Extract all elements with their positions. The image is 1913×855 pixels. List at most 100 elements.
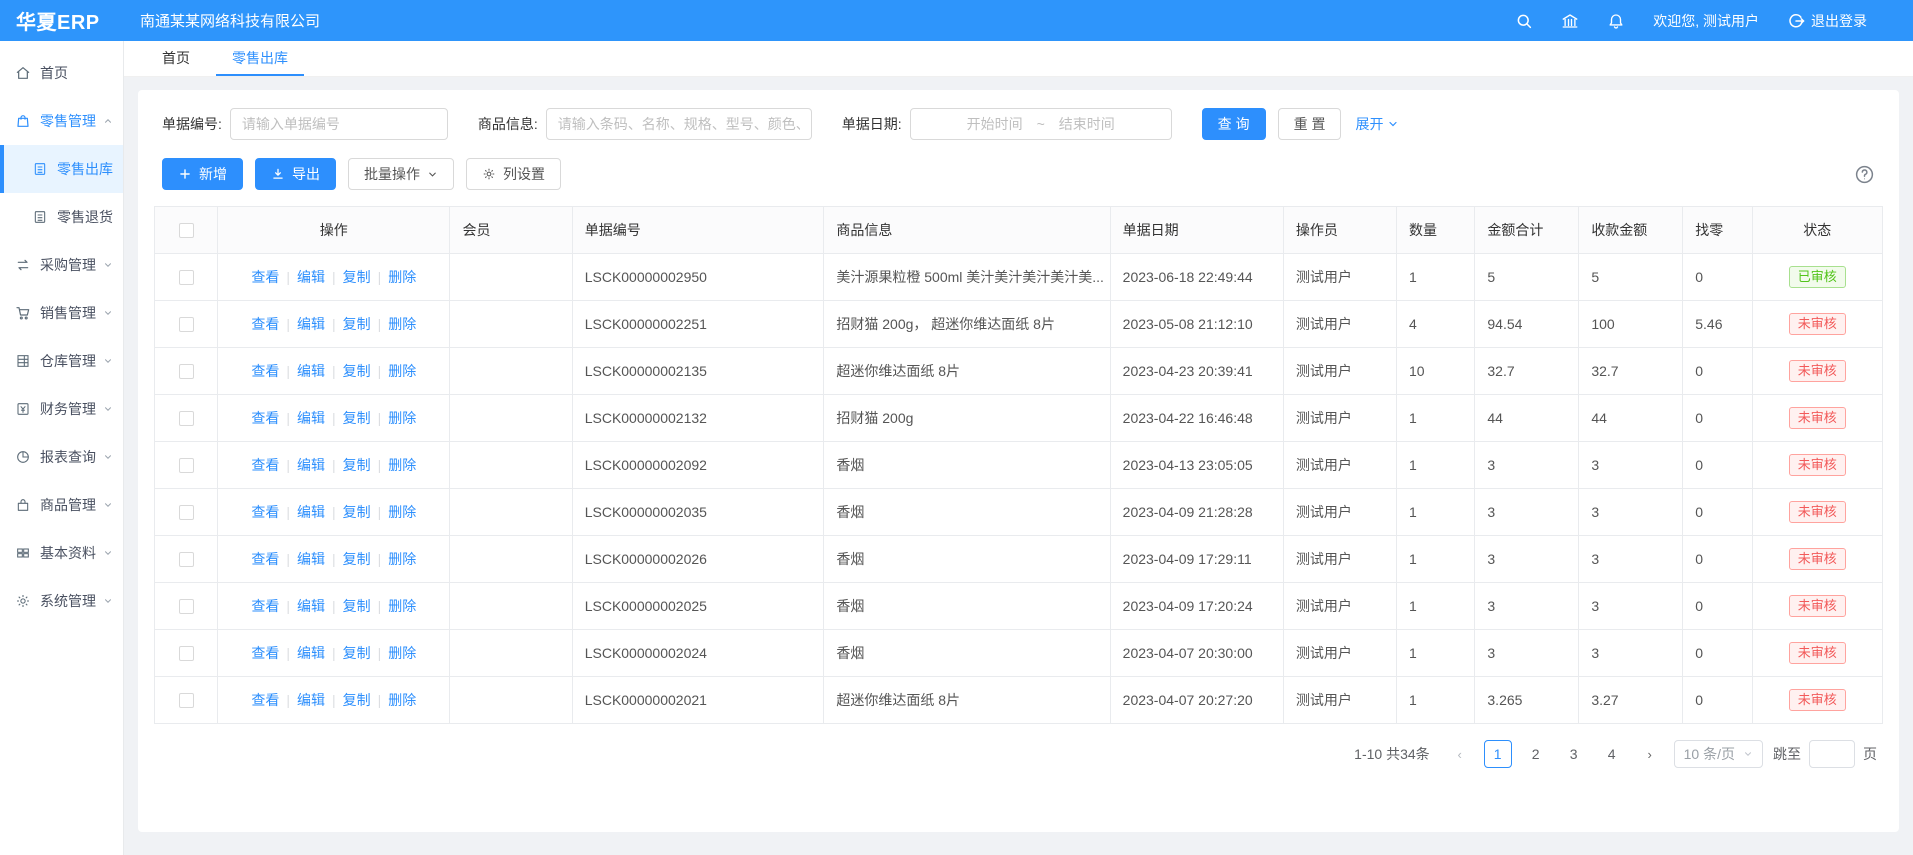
row-checkbox[interactable] (179, 270, 194, 285)
row-checkbox[interactable] (179, 599, 194, 614)
platform-icon[interactable] (1561, 12, 1579, 30)
date-cell: 2023-04-07 20:30:00 (1110, 630, 1283, 677)
copy-link[interactable]: 复制 (343, 361, 371, 381)
edit-link[interactable]: 编辑 (297, 502, 325, 522)
sidebar-item-retail-return[interactable]: 零售退货 (0, 193, 123, 241)
row-checkbox[interactable] (179, 646, 194, 661)
view-link[interactable]: 查看 (251, 408, 279, 428)
export-button[interactable]: 导出 (255, 158, 336, 190)
page-button-1[interactable]: 1 (1484, 740, 1512, 768)
logout-button[interactable]: 退出登录 (1787, 11, 1867, 31)
delete-link[interactable]: 删除 (388, 267, 416, 287)
copy-link[interactable]: 复制 (343, 502, 371, 522)
row-checkbox[interactable] (179, 317, 194, 332)
search-button[interactable]: 查 询 (1202, 108, 1266, 140)
search-icon[interactable] (1515, 12, 1533, 30)
view-link[interactable]: 查看 (251, 314, 279, 334)
edit-link[interactable]: 编辑 (297, 549, 325, 569)
row-checkbox[interactable] (179, 458, 194, 473)
tab-retail-outbound[interactable]: 零售出库 (216, 41, 304, 76)
view-link[interactable]: 查看 (251, 455, 279, 475)
row-checkbox[interactable] (179, 411, 194, 426)
copy-link[interactable]: 复制 (343, 690, 371, 710)
batch-operations-button[interactable]: 批量操作 (348, 158, 454, 190)
sidebar-item-finance[interactable]: 财务管理 (0, 385, 123, 433)
delete-link[interactable]: 删除 (388, 596, 416, 616)
chevron-down-icon (103, 308, 113, 318)
view-link[interactable]: 查看 (251, 361, 279, 381)
page-button-4[interactable]: 4 (1598, 740, 1626, 768)
row-checkbox[interactable] (179, 364, 194, 379)
add-button[interactable]: 新增 (162, 158, 243, 190)
edit-link[interactable]: 编辑 (297, 314, 325, 334)
expand-link[interactable]: 展开 (1355, 114, 1399, 134)
sidebar-item-warehouse[interactable]: 仓库管理 (0, 337, 123, 385)
delete-link[interactable]: 删除 (388, 549, 416, 569)
sidebar-item-basic-data[interactable]: 基本资料 (0, 529, 123, 577)
copy-link[interactable]: 复制 (343, 314, 371, 334)
col-header-qty: 数量 (1396, 207, 1474, 254)
chevron-down-icon (103, 260, 113, 270)
edit-link[interactable]: 编辑 (297, 455, 325, 475)
received-cell: 3 (1579, 536, 1683, 583)
delete-link[interactable]: 删除 (388, 502, 416, 522)
sidebar-item-system[interactable]: 系统管理 (0, 577, 123, 625)
bag-icon (15, 497, 31, 513)
tab-home[interactable]: 首页 (146, 41, 206, 76)
delete-link[interactable]: 删除 (388, 361, 416, 381)
copy-link[interactable]: 复制 (343, 549, 371, 569)
date-range-picker[interactable]: 开始时间 ~ 结束时间 (910, 108, 1172, 140)
prev-page-button[interactable]: ‹ (1446, 740, 1474, 768)
edit-link[interactable]: 编辑 (297, 596, 325, 616)
edit-link[interactable]: 编辑 (297, 690, 325, 710)
view-link[interactable]: 查看 (251, 643, 279, 663)
copy-link[interactable]: 复制 (343, 267, 371, 287)
page-size-select[interactable]: 10 条/页 (1674, 740, 1763, 768)
help-icon[interactable] (1854, 164, 1875, 185)
edit-link[interactable]: 编辑 (297, 408, 325, 428)
copy-link[interactable]: 复制 (343, 596, 371, 616)
view-link[interactable]: 查看 (251, 267, 279, 287)
copy-link[interactable]: 复制 (343, 408, 371, 428)
edit-link[interactable]: 编辑 (297, 643, 325, 663)
sidebar-item-reports[interactable]: 报表查询 (0, 433, 123, 481)
view-link[interactable]: 查看 (251, 690, 279, 710)
bell-icon[interactable] (1607, 12, 1625, 30)
gear-icon (15, 593, 31, 609)
reset-button[interactable]: 重 置 (1278, 108, 1342, 140)
product-info-input[interactable] (546, 108, 812, 140)
sidebar-item-goods[interactable]: 商品管理 (0, 481, 123, 529)
sidebar-item-sales[interactable]: 销售管理 (0, 289, 123, 337)
retail-outbound-table: 操作 会员 单据编号 商品信息 单据日期 操作员 数量 金额合计 收款金额 找零 (154, 206, 1883, 724)
col-header-date: 单据日期 (1110, 207, 1283, 254)
row-checkbox[interactable] (179, 505, 194, 520)
view-link[interactable]: 查看 (251, 596, 279, 616)
sidebar-item-retail-outbound[interactable]: 零售出库 (0, 145, 123, 193)
copy-link[interactable]: 复制 (343, 643, 371, 663)
product-cell: 超迷你维达面纸 8片 (824, 348, 1110, 395)
page-button-3[interactable]: 3 (1560, 740, 1588, 768)
qty-cell: 1 (1396, 583, 1474, 630)
row-checkbox[interactable] (179, 693, 194, 708)
jump-to-page-input[interactable] (1809, 740, 1855, 768)
delete-link[interactable]: 删除 (388, 314, 416, 334)
column-settings-button[interactable]: 列设置 (466, 158, 561, 190)
next-page-button[interactable]: › (1636, 740, 1664, 768)
delete-link[interactable]: 删除 (388, 408, 416, 428)
page-button-2[interactable]: 2 (1522, 740, 1550, 768)
change-cell: 0 (1683, 677, 1752, 724)
sidebar-item-home[interactable]: 首页 (0, 49, 123, 97)
select-all-checkbox[interactable] (179, 223, 194, 238)
delete-link[interactable]: 删除 (388, 690, 416, 710)
copy-link[interactable]: 复制 (343, 455, 371, 475)
row-checkbox[interactable] (179, 552, 194, 567)
delete-link[interactable]: 删除 (388, 643, 416, 663)
sidebar-item-retail[interactable]: 零售管理 (0, 97, 123, 145)
delete-link[interactable]: 删除 (388, 455, 416, 475)
view-link[interactable]: 查看 (251, 549, 279, 569)
edit-link[interactable]: 编辑 (297, 267, 325, 287)
view-link[interactable]: 查看 (251, 502, 279, 522)
edit-link[interactable]: 编辑 (297, 361, 325, 381)
sidebar-item-purchase[interactable]: 采购管理 (0, 241, 123, 289)
bill-no-input[interactable] (230, 108, 448, 140)
